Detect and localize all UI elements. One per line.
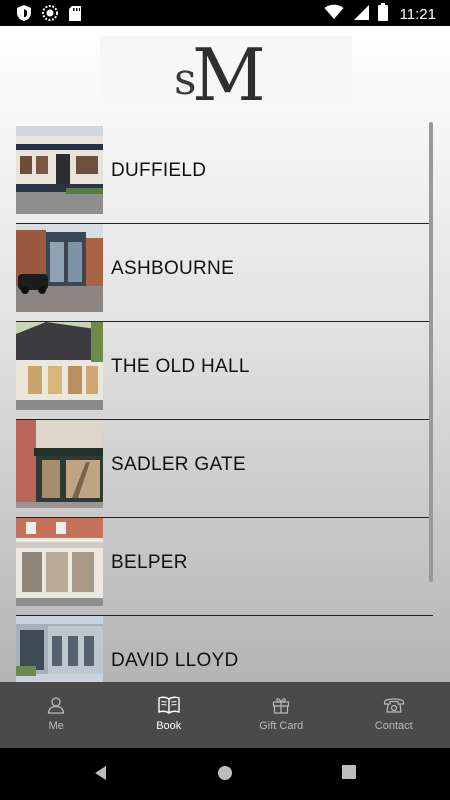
- location-item-belper[interactable]: BELPER: [16, 518, 433, 616]
- location-photo-belper: [16, 518, 103, 606]
- location-label: BELPER: [111, 552, 188, 573]
- location-item-sadler-gate[interactable]: SADLER GATE: [16, 420, 433, 518]
- status-bar: 11:21: [0, 0, 450, 26]
- list-scrollbar[interactable]: [429, 122, 433, 582]
- tab-gift-card[interactable]: Gift Card: [225, 682, 338, 748]
- circle-icon: [42, 5, 58, 26]
- status-time: 11:21: [399, 6, 436, 23]
- location-photo-david-lloyd: [16, 616, 103, 682]
- location-item-david-lloyd[interactable]: DAVID LLOYD: [16, 616, 433, 682]
- location-photo-sadler-gate: [16, 420, 103, 508]
- tab-book[interactable]: Book: [113, 682, 226, 748]
- tab-label: Book: [156, 720, 182, 732]
- tab-bar: Me Book Gift Card Contact: [0, 682, 450, 748]
- recents-icon[interactable]: [342, 765, 356, 784]
- svg-text:M: M: [192, 36, 266, 104]
- tab-label: Contact: [374, 720, 413, 732]
- signal-icon: [352, 4, 370, 26]
- tab-label: Me: [48, 720, 64, 732]
- tab-contact[interactable]: Contact: [338, 682, 450, 748]
- phone-icon: [383, 696, 405, 719]
- gift-icon: [272, 696, 290, 719]
- tab-label: Gift Card: [259, 720, 304, 732]
- system-nav-bar: [0, 748, 450, 800]
- location-photo-the-old-hall: [16, 322, 103, 410]
- book-icon: [158, 696, 180, 719]
- app-content: s M DUFFIELD ASHBOURNE THE OLD HALL SADL…: [0, 26, 450, 682]
- tab-me[interactable]: Me: [0, 682, 113, 748]
- location-label: ASHBOURNE: [111, 258, 235, 279]
- wifi-icon: [324, 4, 344, 25]
- location-item-the-old-hall[interactable]: THE OLD HALL: [16, 322, 433, 420]
- location-label: DUFFIELD: [111, 160, 207, 181]
- location-photo-duffield: [16, 126, 103, 214]
- location-item-ashbourne[interactable]: ASHBOURNE: [16, 224, 433, 322]
- battery-icon: [377, 3, 388, 26]
- location-photo-ashbourne: [16, 224, 103, 312]
- sd-card-icon: [68, 5, 82, 27]
- back-icon[interactable]: [93, 765, 109, 786]
- logo: s M: [100, 36, 352, 104]
- location-item-duffield[interactable]: DUFFIELD: [16, 126, 433, 224]
- location-label: DAVID LLOYD: [111, 650, 239, 671]
- shield-icon: [16, 4, 32, 27]
- location-label: THE OLD HALL: [111, 356, 250, 377]
- home-icon[interactable]: [217, 765, 233, 786]
- location-list: DUFFIELD ASHBOURNE THE OLD HALL SADLER G…: [16, 126, 433, 682]
- location-label: SADLER GATE: [111, 454, 246, 475]
- person-icon: [47, 696, 65, 719]
